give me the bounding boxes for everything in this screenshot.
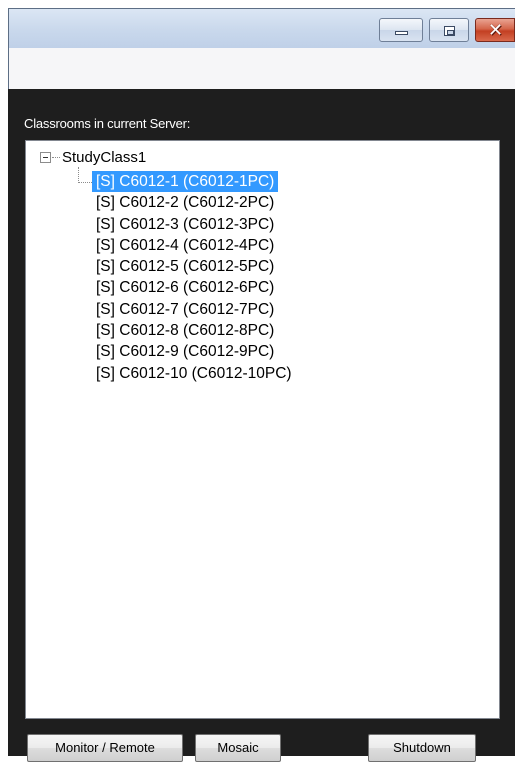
classrooms-label: Classrooms in current Server: xyxy=(24,116,191,131)
tree-item[interactable]: [S] C6012-2 (C6012-2PC) xyxy=(92,192,278,213)
classrooms-tree[interactable]: StudyClass1 [S] C6012-1 (C6012-1PC) [S] … xyxy=(25,140,500,719)
client-area: Classrooms in current Server: StudyClass… xyxy=(8,89,515,762)
tree-item[interactable]: [S] C6012-1 (C6012-1PC) xyxy=(92,171,279,193)
tree-connector xyxy=(52,156,60,158)
tree-item[interactable]: [S] C6012-4 (C6012-4PC) xyxy=(92,235,278,256)
shutdown-button[interactable]: Shutdown xyxy=(368,734,476,762)
tree-item[interactable]: [S] C6012-8 (C6012-8PC) xyxy=(92,320,278,341)
tree-item[interactable]: [S] C6012-5 (C6012-5PC) xyxy=(92,256,278,277)
tree-connector-horizontal xyxy=(78,182,92,183)
tree-connector-vertical xyxy=(78,167,79,183)
tree-item[interactable]: [S] C6012-9 (C6012-9PC) xyxy=(92,341,278,362)
collapse-icon[interactable] xyxy=(40,151,51,163)
tree-root-label: StudyClass1 xyxy=(62,148,147,166)
tree-item[interactable]: [S] C6012-10 (C6012-10PC) xyxy=(92,363,296,384)
menu-strip xyxy=(8,48,515,89)
minimize-button[interactable] xyxy=(379,18,423,42)
tree-items: [S] C6012-1 (C6012-1PC) [S] C6012-2 (C60… xyxy=(92,171,296,384)
tree-item[interactable]: [S] C6012-6 (C6012-6PC) xyxy=(92,277,278,298)
top-strip xyxy=(0,0,515,8)
tree-item[interactable]: [S] C6012-7 (C6012-7PC) xyxy=(92,299,278,320)
caption-buttons: ✕ xyxy=(373,18,515,42)
maximize-button[interactable] xyxy=(429,18,469,42)
close-button[interactable]: ✕ xyxy=(475,18,515,42)
maximize-icon xyxy=(444,26,455,36)
minimize-icon xyxy=(395,31,408,35)
close-icon: ✕ xyxy=(488,20,504,41)
tree-root-node[interactable]: StudyClass1 xyxy=(40,148,146,166)
title-bar[interactable]: ✕ xyxy=(8,8,515,48)
monitor-remote-button[interactable]: Monitor / Remote xyxy=(27,734,183,762)
tree-item[interactable]: [S] C6012-3 (C6012-3PC) xyxy=(92,214,278,235)
mosaic-button[interactable]: Mosaic xyxy=(195,734,281,762)
